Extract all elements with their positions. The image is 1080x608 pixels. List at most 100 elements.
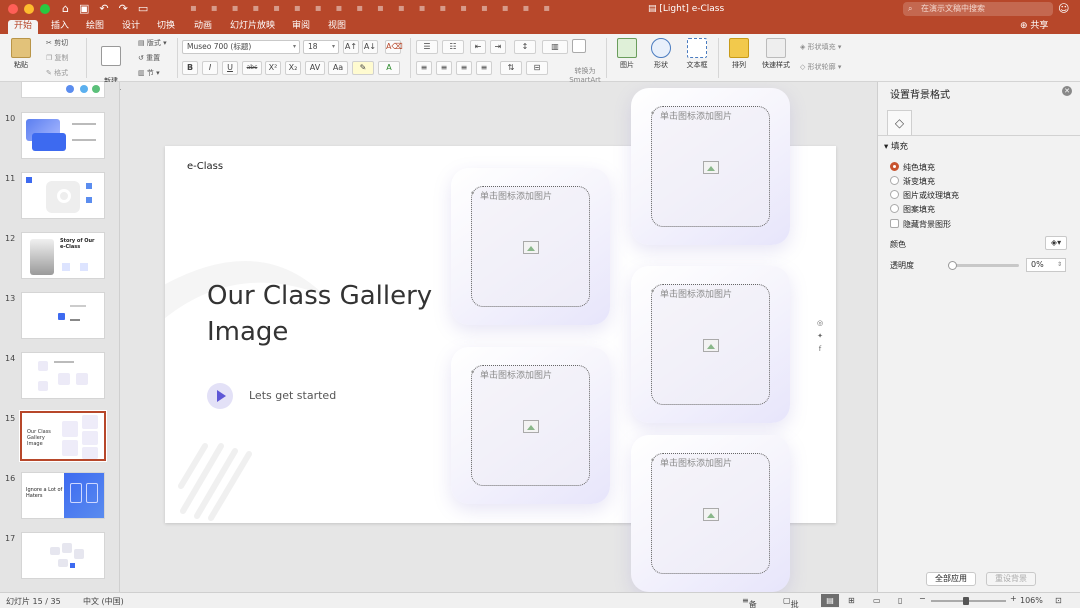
- thumbnail-15[interactable]: Our Class Gallery Image: [19, 410, 107, 462]
- thumbnail-12[interactable]: Story of Our e-Class: [21, 232, 105, 279]
- slide-cta-text[interactable]: Lets get started: [249, 389, 336, 402]
- close-window-button[interactable]: [8, 4, 18, 14]
- zoom-level[interactable]: 106%: [1020, 596, 1043, 605]
- transparency-slider[interactable]: [948, 261, 1019, 270]
- color-picker-button[interactable]: ◈▾: [1045, 236, 1067, 250]
- close-icon[interactable]: ✕: [1062, 86, 1072, 96]
- reset-button[interactable]: ↺ 重置: [138, 53, 160, 63]
- pattern-fill-radio[interactable]: 图案填充: [890, 204, 935, 215]
- qat-icon[interactable]: ▪: [273, 3, 280, 14]
- slide-sorter-icon[interactable]: ⊞: [848, 596, 855, 605]
- qat-icon[interactable]: ▪: [377, 3, 384, 14]
- picture-icon[interactable]: [522, 240, 539, 254]
- qat-icon[interactable]: ▪: [356, 3, 363, 14]
- qat-icon[interactable]: ▪: [294, 3, 301, 14]
- language-indicator[interactable]: 中文 (中国): [83, 596, 124, 607]
- thumbnail-10[interactable]: [21, 112, 105, 159]
- tab-review[interactable]: 审阅: [286, 20, 316, 33]
- share-button[interactable]: ⊕ 共享: [1020, 20, 1048, 33]
- apply-all-button[interactable]: 全部应用: [926, 572, 976, 586]
- tab-view[interactable]: 视图: [322, 20, 352, 33]
- copy-button[interactable]: ❐ 复制: [46, 53, 69, 63]
- picture-placeholder[interactable]: 单击图标添加图片: [631, 88, 790, 245]
- zoom-window-button[interactable]: [40, 4, 50, 14]
- qat-icon[interactable]: ▪: [502, 3, 509, 14]
- gradient-fill-radio[interactable]: 渐变填充: [890, 176, 935, 187]
- shapes-button[interactable]: 形状: [646, 38, 676, 70]
- zoom-in-icon[interactable]: +: [1010, 594, 1017, 603]
- picture-icon[interactable]: [702, 160, 719, 174]
- decrease-indent-button[interactable]: ⇤: [470, 40, 486, 54]
- change-case-button[interactable]: Aa: [328, 61, 348, 75]
- qat-icon[interactable]: ▪: [190, 3, 197, 14]
- columns-button[interactable]: ▥: [542, 40, 568, 54]
- qat-icon[interactable]: ▪: [419, 3, 426, 14]
- slide-headline[interactable]: Our Class Gallery Image: [207, 278, 467, 350]
- redo-icon[interactable]: ↷: [119, 2, 128, 16]
- thumbnail-16[interactable]: Ignore a Lot of Haters: [21, 472, 105, 519]
- zoom-out-icon[interactable]: −: [919, 594, 926, 603]
- char-spacing-button[interactable]: AV: [305, 61, 325, 75]
- shape-fill-button[interactable]: ◈ 形状填充 ▾: [800, 42, 841, 52]
- arrange-button[interactable]: 排列: [724, 38, 754, 70]
- qat-icon[interactable]: ▪: [460, 3, 467, 14]
- qat-icon[interactable]: ▪: [252, 3, 259, 14]
- font-color-button[interactable]: A: [378, 61, 400, 75]
- account-icon[interactable]: ☺: [1058, 2, 1069, 15]
- stepper-icon[interactable]: ⇕: [1057, 259, 1062, 271]
- tab-animations[interactable]: 动画: [188, 20, 218, 33]
- decrease-font-button[interactable]: A↓: [362, 40, 378, 54]
- solid-fill-radio[interactable]: 纯色填充: [890, 162, 935, 173]
- fit-to-window-icon[interactable]: ⊡: [1055, 596, 1062, 605]
- qat-icon[interactable]: ▪: [481, 3, 488, 14]
- picture-placeholder[interactable]: 单击图标添加图片: [451, 347, 610, 504]
- quick-styles-button[interactable]: 快速样式: [758, 38, 794, 70]
- subscript-button[interactable]: X₂: [285, 61, 301, 75]
- align-left-button[interactable]: ≡: [416, 61, 432, 75]
- thumbnail-9[interactable]: [21, 82, 105, 98]
- comments-button[interactable]: ▢ 批注: [783, 596, 799, 608]
- cut-button[interactable]: ✂ 剪切: [46, 38, 68, 48]
- italic-button[interactable]: I: [202, 61, 218, 75]
- tab-draw[interactable]: 绘图: [80, 20, 110, 33]
- qat-icon[interactable]: ▪: [543, 3, 550, 14]
- tab-insert[interactable]: 插入: [45, 20, 75, 33]
- fill-bucket-icon[interactable]: ◇: [887, 110, 912, 135]
- picture-fill-radio[interactable]: 图片或纹理填充: [890, 190, 959, 201]
- increase-font-button[interactable]: A↑: [343, 40, 359, 54]
- tab-slideshow[interactable]: 幻灯片放映: [224, 20, 281, 33]
- reset-background-button[interactable]: 重设背景: [986, 572, 1036, 586]
- textbox-button[interactable]: 文本框: [682, 38, 712, 70]
- picture-placeholder[interactable]: 单击图标添加图片: [631, 435, 790, 592]
- highlight-button[interactable]: ✎: [352, 61, 374, 75]
- qat-icon[interactable]: ▪: [523, 3, 530, 14]
- section-button[interactable]: ▥ 节 ▾: [138, 68, 160, 78]
- minimize-window-button[interactable]: [24, 4, 34, 14]
- bold-button[interactable]: B: [182, 61, 198, 75]
- picture-placeholder[interactable]: 单击图标添加图片: [631, 266, 790, 423]
- picture-button[interactable]: 图片: [612, 38, 642, 70]
- picture-placeholder[interactable]: 单击图标添加图片: [451, 168, 610, 325]
- increase-indent-button[interactable]: ⇥: [490, 40, 506, 54]
- picture-icon[interactable]: [522, 419, 539, 433]
- line-spacing-button[interactable]: ↕: [514, 40, 536, 54]
- undo-icon[interactable]: ↶: [99, 2, 108, 16]
- tab-design[interactable]: 设计: [116, 20, 146, 33]
- picture-icon[interactable]: [702, 338, 719, 352]
- thumbnail-11[interactable]: [21, 172, 105, 219]
- paste-button[interactable]: 粘贴: [6, 38, 36, 70]
- font-name-select[interactable]: Museo 700 (标题) ▾: [182, 40, 300, 54]
- qat-icon[interactable]: ▪: [439, 3, 446, 14]
- search-input[interactable]: ⌕ 在演示文稿中搜索: [903, 2, 1053, 16]
- slideshow-icon[interactable]: ▯: [898, 596, 902, 605]
- home-icon[interactable]: ⌂: [62, 2, 69, 16]
- hide-graphics-checkbox[interactable]: 隐藏背景图形: [890, 219, 951, 230]
- notes-button[interactable]: ≡ 备注: [742, 596, 757, 608]
- thumbnail-14[interactable]: [21, 352, 105, 399]
- bullets-button[interactable]: ☰: [416, 40, 438, 54]
- justify-button[interactable]: ≡: [476, 61, 492, 75]
- fill-section-header[interactable]: ▾ 填充: [884, 140, 908, 152]
- font-size-select[interactable]: 18 ▾: [303, 40, 339, 54]
- align-right-button[interactable]: ≡: [456, 61, 472, 75]
- tab-home[interactable]: 开始: [8, 20, 39, 34]
